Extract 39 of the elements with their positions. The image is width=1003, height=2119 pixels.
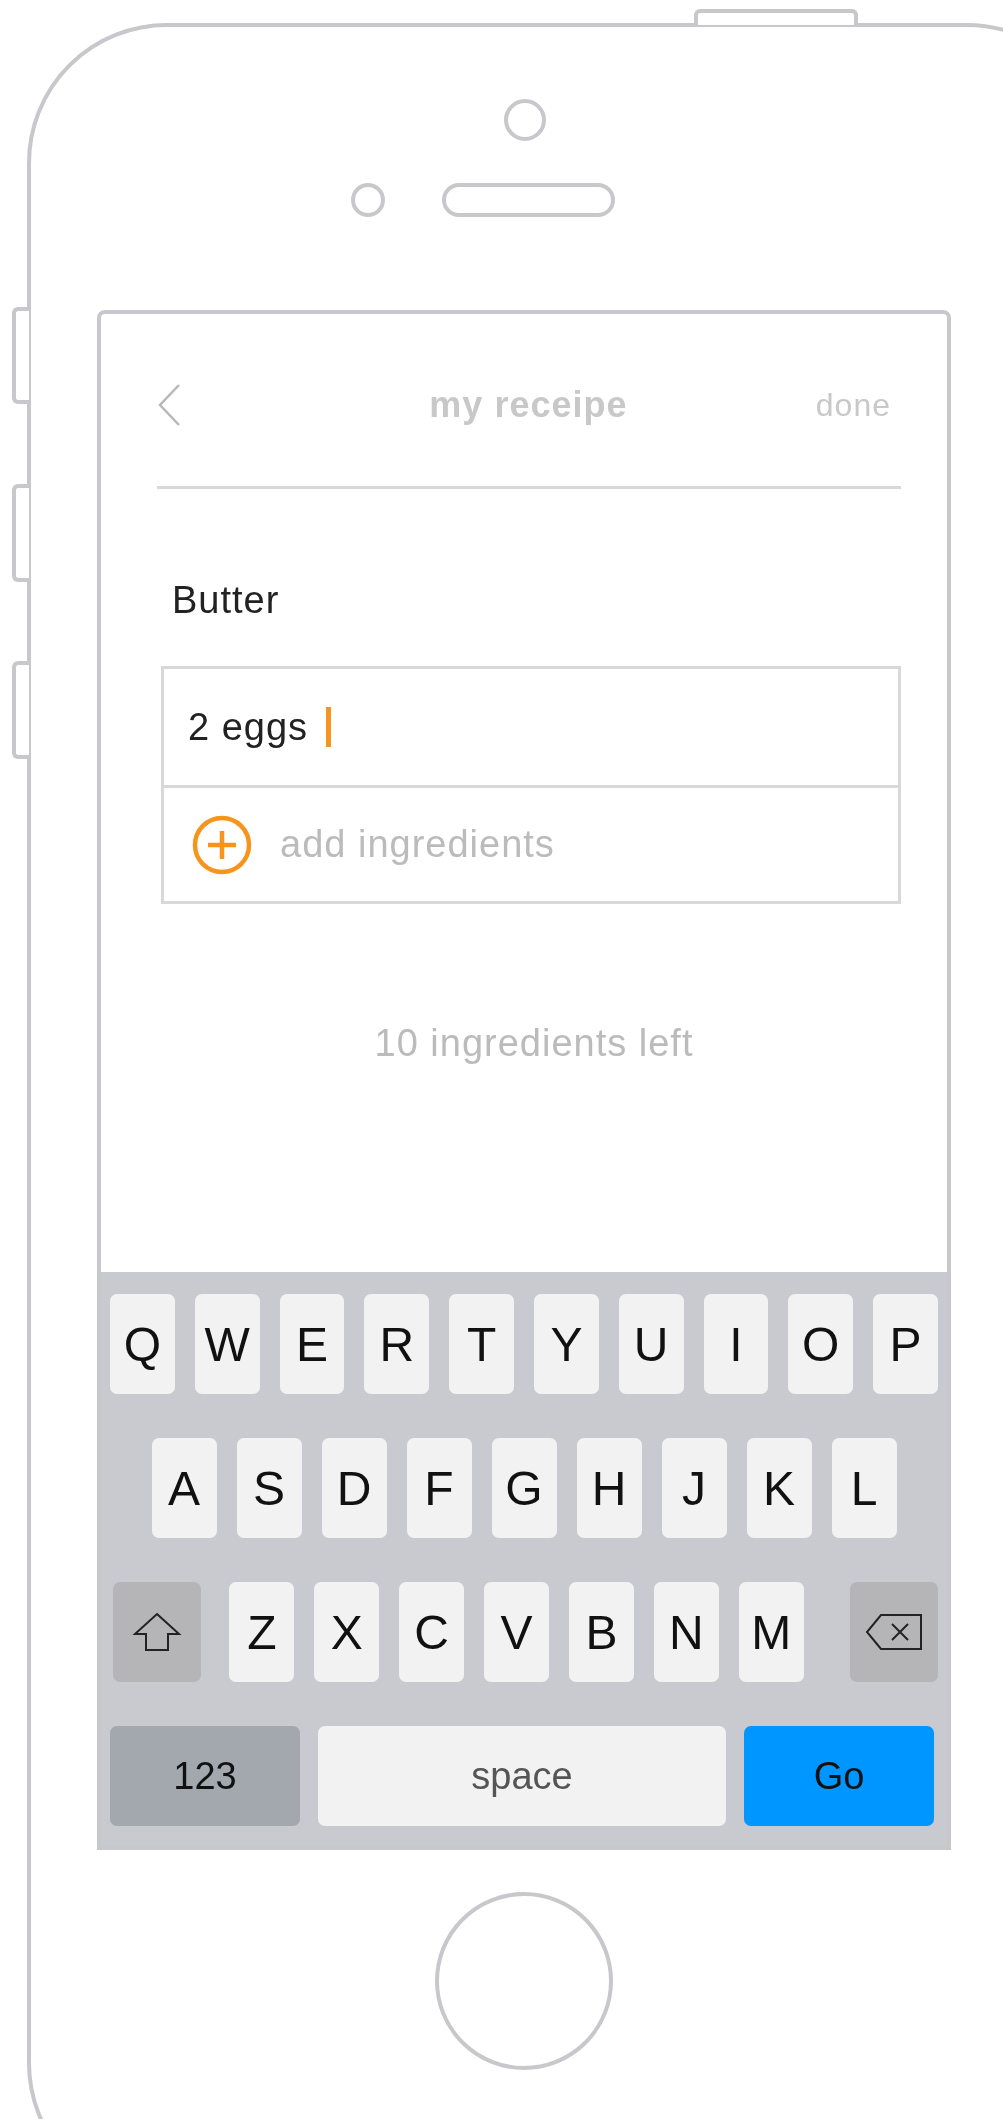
ingredient-label: Butter [172, 579, 281, 622]
letter-key[interactable]: O [788, 1294, 854, 1394]
numbers-key[interactable]: 123 [110, 1726, 300, 1826]
letter-key[interactable]: X [314, 1582, 380, 1682]
input-field[interactable]: 2 eggs [164, 669, 898, 788]
delete-icon [864, 1613, 923, 1651]
delete-key[interactable] [849, 1582, 939, 1682]
letter-key[interactable]: A [151, 1438, 217, 1538]
letter-key[interactable]: H [576, 1438, 642, 1538]
letter-key[interactable]: T [449, 1294, 514, 1394]
go-key[interactable]: Go [744, 1726, 934, 1826]
letter-key[interactable]: M [738, 1582, 804, 1682]
letter-key[interactable]: K [746, 1438, 812, 1538]
letter-key[interactable]: N [653, 1582, 719, 1682]
letter-key[interactable]: F [406, 1438, 472, 1538]
space-key[interactable]: space [318, 1726, 726, 1826]
letter-key[interactable]: V [484, 1582, 549, 1682]
letter-key[interactable]: S [236, 1438, 302, 1538]
letter-key[interactable]: G [491, 1438, 557, 1538]
sensor-icon [351, 183, 385, 217]
letter-key[interactable]: J [661, 1438, 727, 1538]
letter-key[interactable]: B [568, 1582, 634, 1682]
camera-icon [504, 99, 546, 141]
letter-key[interactable]: Z [229, 1582, 295, 1682]
letter-key[interactable]: L [831, 1438, 897, 1538]
letter-key[interactable]: Q [110, 1294, 175, 1394]
letter-key[interactable]: I [703, 1294, 769, 1394]
ingredients-remaining: 10 ingredients left [373, 1022, 695, 1065]
letter-key[interactable]: U [618, 1294, 684, 1394]
shift-key[interactable] [113, 1582, 202, 1682]
plus-circle-icon [192, 814, 252, 875]
letter-key[interactable]: D [321, 1438, 387, 1538]
letter-key[interactable]: E [279, 1294, 345, 1394]
letter-key[interactable]: P [873, 1294, 938, 1394]
letter-key[interactable]: C [399, 1582, 465, 1682]
letter-key[interactable]: W [194, 1294, 260, 1394]
shift-icon [132, 1612, 183, 1652]
letter-key[interactable]: R [364, 1294, 430, 1394]
letter-key[interactable]: Y [534, 1294, 599, 1394]
